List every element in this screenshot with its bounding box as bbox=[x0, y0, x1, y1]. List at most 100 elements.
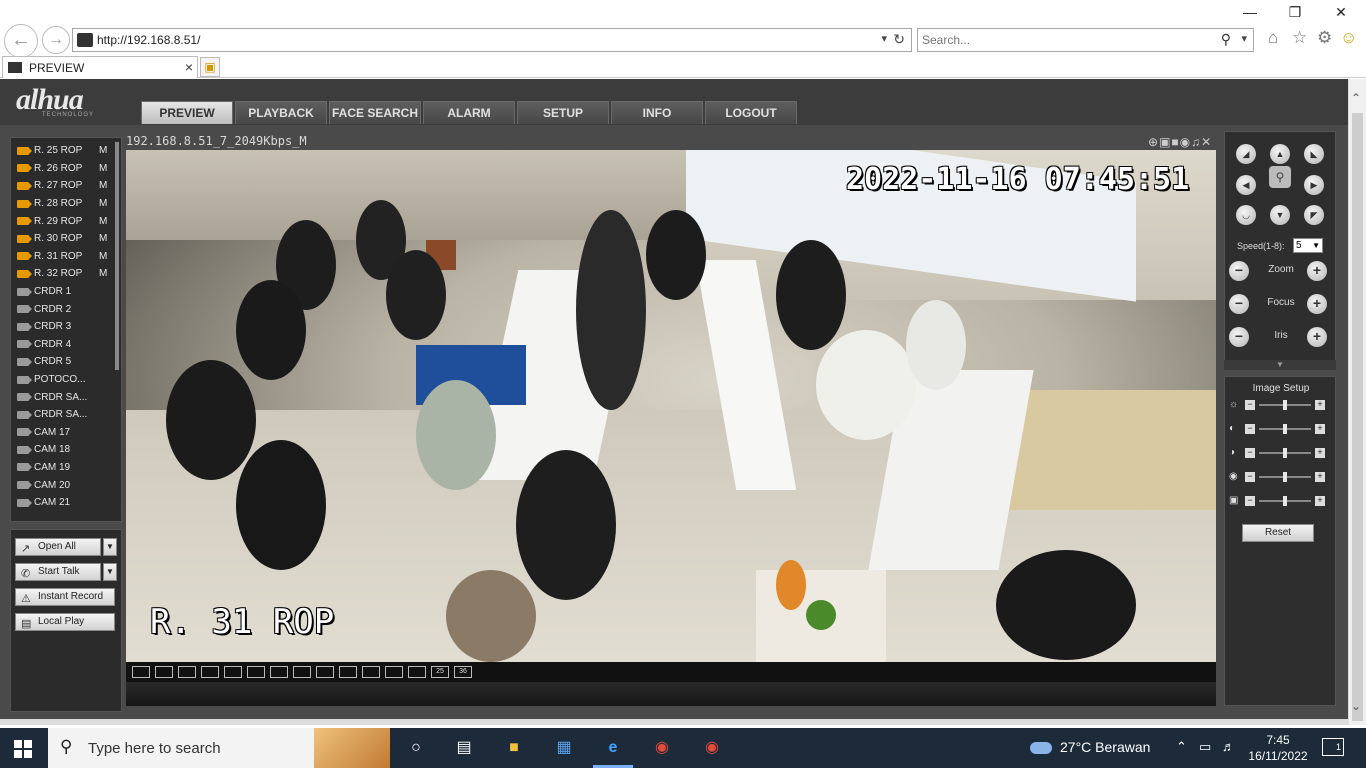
ptz-up-left-icon[interactable]: ◢ bbox=[1236, 144, 1256, 164]
contrast-minus-button[interactable]: − bbox=[1245, 424, 1255, 434]
layout-button[interactable] bbox=[316, 666, 334, 678]
scrollbar-thumb[interactable] bbox=[1352, 113, 1363, 721]
channel-list-scrollbar[interactable] bbox=[115, 142, 119, 370]
ptz-down-left-icon[interactable]: ◡ bbox=[1236, 205, 1256, 225]
hue-plus-button[interactable]: + bbox=[1315, 472, 1325, 482]
menu-logout[interactable]: LOGOUT bbox=[705, 101, 797, 124]
record-icon[interactable]: ■ bbox=[1171, 135, 1179, 149]
layout-button[interactable] bbox=[178, 666, 196, 678]
close-window-icon[interactable]: ✕ bbox=[1331, 4, 1351, 21]
layout-button[interactable] bbox=[224, 666, 242, 678]
channel-item[interactable]: CRDR 4 bbox=[11, 336, 115, 354]
open-all-dropdown[interactable]: ▼ bbox=[103, 538, 117, 556]
scroll-down-icon[interactable]: ⌄ bbox=[1351, 699, 1361, 713]
browser-search-input[interactable] bbox=[922, 32, 1212, 48]
channel-item[interactable]: CRDR 5 bbox=[11, 353, 115, 371]
layout-button[interactable] bbox=[132, 666, 150, 678]
layout-button[interactable] bbox=[362, 666, 380, 678]
channel-item[interactable]: R. 27 ROP M bbox=[11, 177, 115, 195]
chevron-down-icon[interactable]: ▾ bbox=[881, 32, 887, 45]
slider-knob[interactable] bbox=[1283, 472, 1287, 482]
smiley-feedback-icon[interactable]: ☺ bbox=[1340, 28, 1357, 48]
local-play-button[interactable]: ▤ Local Play bbox=[15, 613, 115, 631]
channel-item[interactable]: POTOCO... bbox=[11, 371, 115, 389]
channel-item[interactable]: R. 30 ROP M bbox=[11, 230, 115, 248]
layout-button[interactable] bbox=[293, 666, 311, 678]
page-scrollbar[interactable]: ⌃ ⌄ bbox=[1348, 79, 1366, 725]
layout-button[interactable] bbox=[155, 666, 173, 678]
home-icon[interactable]: ⌂ bbox=[1268, 28, 1278, 48]
channel-item[interactable]: CAM 19 bbox=[11, 459, 115, 477]
channel-item[interactable]: CAM 17 bbox=[11, 424, 115, 442]
notification-center-icon[interactable]: 1 bbox=[1322, 738, 1344, 756]
saturation-slider[interactable] bbox=[1259, 448, 1311, 458]
channel-item[interactable]: CRDR SA... bbox=[11, 406, 115, 424]
channel-item[interactable]: R. 26 ROP M bbox=[11, 160, 115, 178]
address-bar[interactable]: http://192.168.8.51/ ▾ ↻ bbox=[72, 28, 912, 52]
speed-select[interactable]: 5 ▼ bbox=[1293, 238, 1323, 253]
menu-info[interactable]: INFO bbox=[611, 101, 703, 124]
menu-face-search[interactable]: FACE SEARCH bbox=[329, 101, 421, 124]
slider-knob[interactable] bbox=[1283, 400, 1287, 410]
chrome-icon[interactable]: ◉ bbox=[650, 736, 674, 760]
channel-item[interactable]: CAM 18 bbox=[11, 441, 115, 459]
snapshot-icon[interactable]: ▣ bbox=[1159, 135, 1171, 149]
hue-slider[interactable] bbox=[1259, 472, 1311, 482]
focus-minus-button[interactable]: − bbox=[1229, 294, 1249, 314]
focus-plus-button[interactable]: + bbox=[1307, 294, 1327, 314]
minimize-icon[interactable]: — bbox=[1240, 4, 1260, 20]
channel-item[interactable]: CRDR SA... bbox=[11, 388, 115, 406]
forward-button[interactable]: → bbox=[42, 26, 70, 54]
iris-plus-button[interactable]: + bbox=[1307, 327, 1327, 347]
gear-icon[interactable]: ⚙ bbox=[1317, 28, 1332, 48]
scroll-up-icon[interactable]: ⌃ bbox=[1351, 91, 1361, 105]
layout-button[interactable] bbox=[339, 666, 357, 678]
channel-item[interactable]: R. 32 ROP M bbox=[11, 265, 115, 283]
channel-item[interactable]: R. 28 ROP M bbox=[11, 195, 115, 213]
start-talk-button[interactable]: ✆ Start Talk bbox=[15, 563, 101, 581]
new-tab-button[interactable]: ▣ bbox=[200, 57, 220, 77]
slider-knob[interactable] bbox=[1283, 448, 1287, 458]
channel-item[interactable]: R. 31 ROP M bbox=[11, 248, 115, 266]
ptz-3d-position-icon[interactable]: ⚲ bbox=[1269, 166, 1291, 188]
close-tab-icon[interactable]: × bbox=[185, 59, 193, 75]
gain-plus-button[interactable]: + bbox=[1315, 496, 1325, 506]
layout-button[interactable] bbox=[270, 666, 288, 678]
contrast-slider[interactable] bbox=[1259, 424, 1311, 434]
iris-minus-button[interactable]: − bbox=[1229, 327, 1249, 347]
layout-button[interactable] bbox=[385, 666, 403, 678]
ptz-down-icon[interactable]: ▼ bbox=[1270, 205, 1290, 225]
menu-preview[interactable]: PREVIEW bbox=[141, 101, 233, 124]
volume-icon[interactable]: ♬ bbox=[1222, 739, 1235, 754]
ptz-collapse-toggle[interactable]: ▼ bbox=[1224, 360, 1336, 370]
hue-minus-button[interactable]: − bbox=[1245, 472, 1255, 482]
camera-icon[interactable]: ◉ bbox=[1180, 135, 1191, 149]
microsoft-store-icon[interactable]: ▦ bbox=[552, 736, 576, 760]
zoom-out-button[interactable]: − bbox=[1229, 261, 1249, 281]
back-button[interactable]: ← bbox=[4, 24, 38, 58]
close-video-icon[interactable]: ✕ bbox=[1201, 135, 1212, 149]
brightness-slider[interactable] bbox=[1259, 400, 1311, 410]
zoom-in-button[interactable]: + bbox=[1307, 261, 1327, 281]
search-icon[interactable]: ⚲ bbox=[1221, 31, 1231, 48]
zoom-in-icon[interactable]: ⊕ bbox=[1148, 135, 1159, 149]
channel-item[interactable]: CAM 21 bbox=[11, 494, 115, 512]
ptz-right-icon[interactable]: ▶ bbox=[1304, 175, 1324, 195]
network-icon[interactable]: ▭ bbox=[1199, 739, 1211, 755]
layout-button[interactable] bbox=[408, 666, 426, 678]
ptz-left-icon[interactable]: ◀ bbox=[1236, 175, 1256, 195]
restore-icon[interactable]: ❐ bbox=[1285, 4, 1305, 21]
start-talk-dropdown[interactable]: ▼ bbox=[103, 563, 117, 581]
channel-item[interactable]: CRDR 1 bbox=[11, 283, 115, 301]
windows-start-icon[interactable] bbox=[14, 740, 32, 758]
internet-explorer-icon[interactable]: e bbox=[593, 736, 633, 768]
address-url[interactable]: http://192.168.8.51/ bbox=[97, 33, 200, 47]
file-explorer-icon[interactable]: ■ bbox=[502, 736, 526, 760]
taskbar-search[interactable]: ⚲ Type here to search bbox=[48, 728, 390, 768]
menu-playback[interactable]: PLAYBACK bbox=[235, 101, 327, 124]
ptz-up-icon[interactable]: ▲ bbox=[1270, 144, 1290, 164]
camera-video-feed[interactable]: 2022-11-16 07:45:51 R. 31 ROP bbox=[126, 150, 1216, 662]
tab-preview[interactable]: PREVIEW × bbox=[2, 56, 198, 78]
system-clock[interactable]: 7:45 16/11/2022 bbox=[1246, 732, 1310, 764]
layout-button[interactable] bbox=[247, 666, 265, 678]
